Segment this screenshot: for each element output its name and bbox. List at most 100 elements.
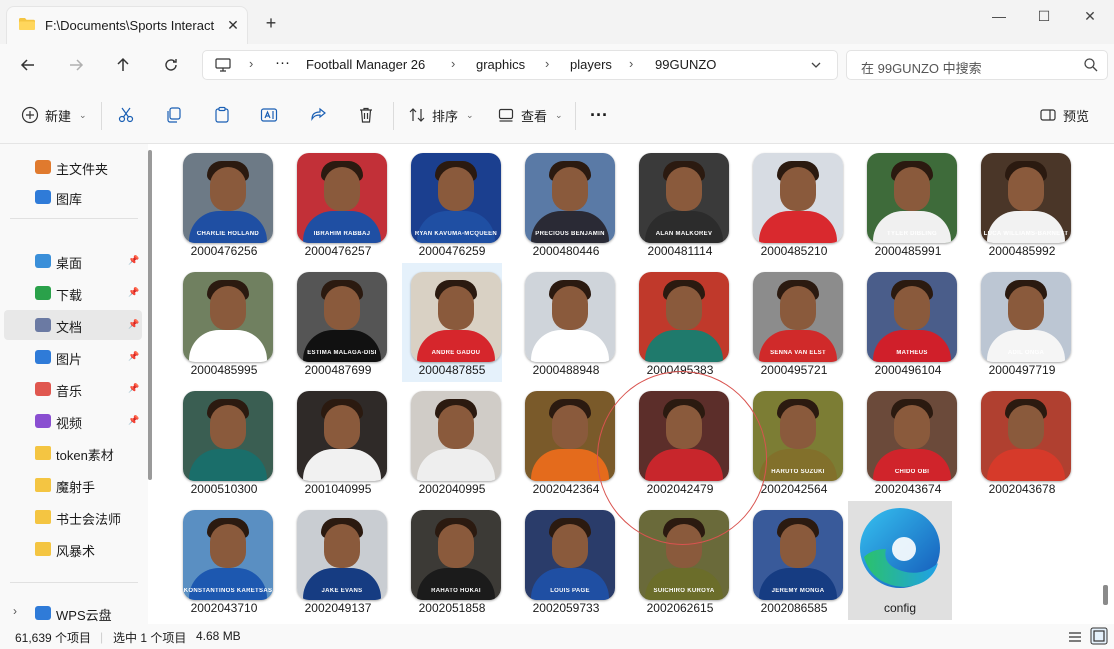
sidebar-item[interactable]: 下载 📌 (4, 278, 142, 308)
address-bar[interactable]: › ··· Football Manager 26 › graphics › p… (202, 50, 838, 80)
breadcrumb-item[interactable]: Football Manager 26 (306, 57, 425, 72)
preview-button[interactable]: 预览 (1039, 101, 1089, 129)
image-file-item[interactable]: RAHATO HOKAI 2002051858 (402, 501, 502, 620)
player-name: RAHATO HOKAI (431, 588, 481, 594)
music-icon (35, 382, 51, 396)
arrow-right-icon (70, 59, 84, 71)
more-options-button[interactable]: ··· (590, 101, 608, 129)
image-file-item[interactable]: ESTIMA MALAGA-DISI 2000487699 (288, 263, 388, 382)
file-name: 2000485991 (874, 244, 942, 258)
sort-button[interactable]: 排序 ⌄ (408, 101, 474, 129)
sort-icon (409, 108, 425, 122)
pin-icon[interactable]: 📌 (128, 351, 139, 362)
cut-button[interactable] (117, 101, 135, 129)
breadcrumb-item[interactable]: graphics (476, 57, 525, 72)
new-tab-button[interactable]: + (260, 13, 282, 33)
sidebar-item[interactable]: 视频 📌 (4, 406, 142, 436)
image-file-item[interactable]: CHARLIE HOLLAND 2000476256 (174, 144, 274, 263)
refresh-button[interactable] (158, 52, 184, 78)
maximize-button[interactable]: ☐ (1029, 6, 1059, 26)
copy-button[interactable] (165, 101, 183, 129)
sidebar-item[interactable]: 风暴术 (4, 534, 142, 564)
view-label: 查看 (521, 108, 548, 124)
image-file-item[interactable]: TYLER DIBLING 2000485991 (858, 144, 958, 263)
new-button[interactable]: 新建 ⌄ (21, 101, 87, 129)
sidebar-item[interactable]: token素材 (4, 438, 142, 468)
tiles-view-icon[interactable] (1090, 627, 1108, 645)
pin-icon[interactable]: 📌 (128, 255, 139, 266)
image-file-item[interactable]: ADIL ONGA 2000497719 (972, 263, 1072, 382)
image-file-item[interactable]: 2001040995 (288, 382, 388, 501)
sidebar-item[interactable]: 音乐 📌 (4, 374, 142, 404)
image-file-item[interactable]: ANDRE GADOU 2000487855 (402, 263, 502, 382)
pin-icon[interactable]: 📌 (128, 415, 139, 426)
rename-button[interactable] (260, 101, 278, 129)
image-file-item[interactable]: 2002040995 (402, 382, 502, 501)
sidebar-item[interactable]: 图片 📌 (4, 342, 142, 372)
image-file-item[interactable]: PRECIOUS BENJAMIN 2000480446 (516, 144, 616, 263)
file-name: config (883, 601, 917, 615)
image-file-item[interactable]: LUCA WILLIAMS-BARNETT 2000485992 (972, 144, 1072, 263)
forward-button[interactable] (63, 52, 89, 78)
sidebar-item[interactable]: 主文件夹 (4, 152, 142, 182)
back-button[interactable] (15, 52, 41, 78)
image-file-item[interactable]: 2000495383 (630, 263, 730, 382)
up-button[interactable] (110, 52, 136, 78)
image-file-item[interactable]: 2000485210 (744, 144, 844, 263)
tab-close-button[interactable]: ✕ (223, 15, 243, 35)
image-file-item[interactable]: 2000510300 (174, 382, 274, 501)
image-file-item[interactable]: ALAN MALKOREV 2000481114 (630, 144, 730, 263)
file-name: 2000476256 (190, 244, 258, 258)
breadcrumb-item[interactable]: players (570, 57, 612, 72)
file-grid: CHARLIE HOLLAND 2000476256 IBRAHIM RABBAJ 2… (152, 144, 1100, 624)
image-file-item[interactable]: JUSTIN OBOAVWODUO 2000485995 (174, 263, 274, 382)
search-input[interactable]: 在 99GUNZO 中搜索 (846, 50, 1108, 80)
breadcrumb-item[interactable]: 99GUNZO (655, 57, 716, 72)
close-button[interactable]: ✕ (1075, 6, 1105, 26)
pin-icon[interactable]: 📌 (128, 383, 139, 394)
image-file-item[interactable]: LOUIS PAGE 2002059733 (516, 501, 616, 620)
image-file-item[interactable]: 2002043678 (972, 382, 1072, 501)
sidebar-item[interactable]: 魔射手 (4, 470, 142, 500)
paste-button[interactable] (213, 101, 231, 129)
image-file-item[interactable]: JEREMY MONGA 2002086585 (744, 501, 844, 620)
player-name: ANDRE GADOU (431, 350, 481, 356)
file-name: 2002086585 (760, 601, 828, 615)
share-button[interactable] (309, 101, 327, 129)
image-file-item[interactable]: IBRAHIM RABBAJ 2000476257 (288, 144, 388, 263)
player-name: ALAN MALKOREV (655, 231, 713, 237)
image-file-item[interactable]: CHIDO OBI 2002043674 (858, 382, 958, 501)
player-thumbnail: RYAN KAVUMA-MCQUEEN (411, 153, 501, 243)
view-button[interactable]: 查看 ⌄ (497, 101, 563, 129)
content-scrollbar[interactable] (1103, 585, 1108, 605)
config-file-item[interactable]: config (848, 501, 952, 620)
player-name: JUSTIN OBOAVWODUO (191, 350, 265, 356)
minimize-button[interactable]: — (984, 6, 1014, 26)
image-file-item[interactable]: ADAM AGOUIO 2000488948 (516, 263, 616, 382)
sidebar-item[interactable]: 文档 📌 (4, 310, 142, 340)
pin-icon[interactable]: 📌 (128, 287, 139, 298)
sidebar-item[interactable]: 图库 (4, 182, 142, 212)
player-thumbnail: ESTIMA MALAGA-DISI (297, 272, 387, 362)
window-tab[interactable]: F:\Documents\Sports Interacti ✕ (6, 6, 248, 44)
delete-button[interactable] (357, 101, 375, 129)
player-name: RYAN KAVUMA-MCQUEEN (414, 231, 498, 237)
image-file-item[interactable]: SENNA VAN ELST 2000495721 (744, 263, 844, 382)
details-view-icon[interactable] (1068, 630, 1082, 644)
chevron-down-icon[interactable] (811, 61, 821, 69)
separator (101, 102, 102, 130)
chevron-right-icon: › (545, 56, 550, 71)
player-name: LUCA WILLIAMS-BARNETT (983, 231, 1069, 237)
player-thumbnail: JEREMY MONGA (753, 510, 843, 600)
image-file-item[interactable]: MATHEUS 2000496104 (858, 263, 958, 382)
chevron-right-icon[interactable]: › (13, 604, 17, 618)
sidebar-item[interactable]: 书士会法师 (4, 502, 142, 532)
image-file-item[interactable]: RYAN KAVUMA-MCQUEEN 2000476259 (402, 144, 502, 263)
pin-icon[interactable]: 📌 (128, 319, 139, 330)
image-file-item[interactable]: KONSTANTINOS KARETSAS 2002043710 (174, 501, 274, 620)
player-thumbnail: ANDRE GADOU (411, 272, 501, 362)
sidebar-item[interactable]: 桌面 📌 (4, 246, 142, 276)
image-file-item[interactable]: JAKE EVANS 2002049137 (288, 501, 388, 620)
preview-label: 预览 (1063, 108, 1090, 124)
breadcrumb-overflow[interactable]: ··· (275, 54, 290, 71)
